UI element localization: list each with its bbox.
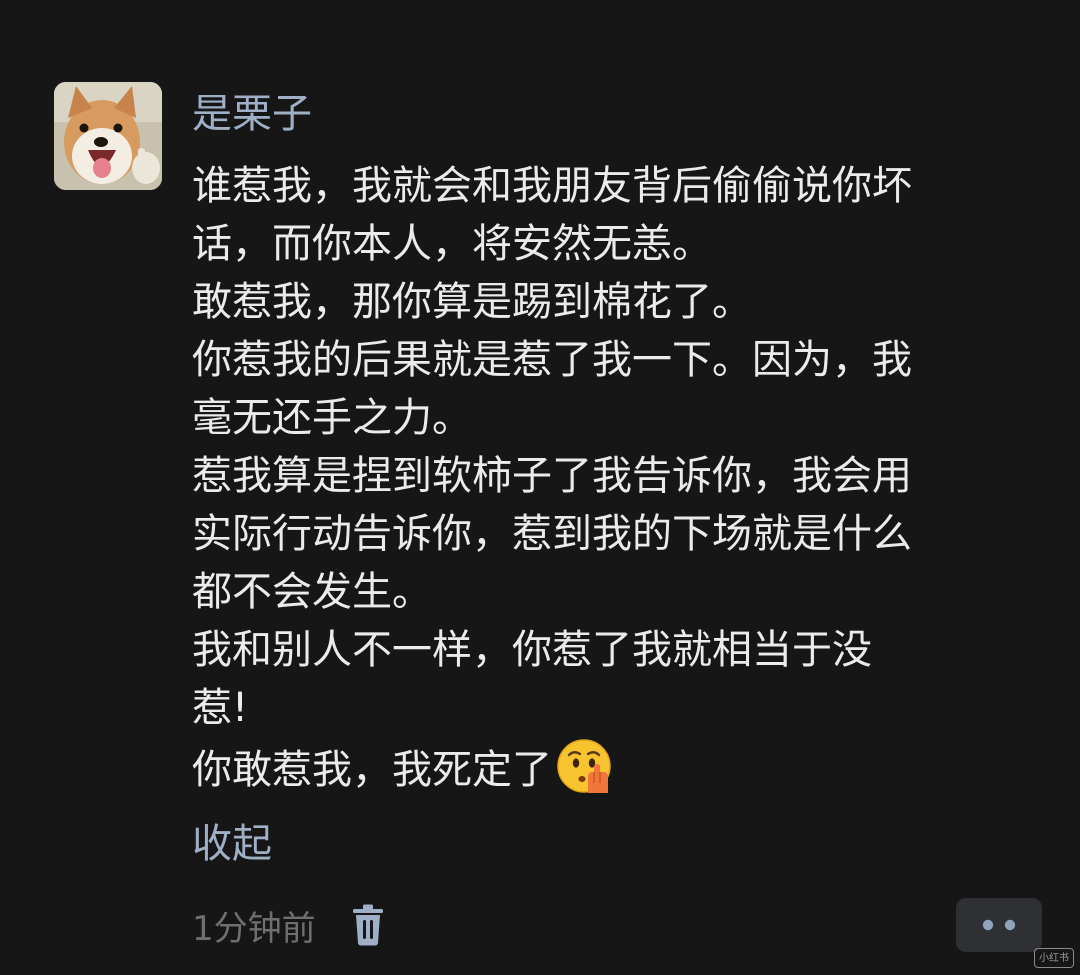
shushing-face-emoji-icon [556, 737, 614, 811]
comment-line: 我和别人不一样，你惹了我就相当于没 [192, 627, 872, 673]
comment-line: 都不会发生。 [192, 569, 432, 615]
shiba-dog-avatar-icon [54, 82, 162, 190]
comment-line: 话，而你本人，将安然无恙。 [192, 221, 712, 267]
comment-line: 实际行动告诉你，惹到我的下场就是什么 [192, 511, 912, 557]
comment-line: 惹! [192, 685, 249, 731]
comment-card: 是栗子 谁惹我，我就会和我朋友背后偷偷说你坏 话，而你本人，将安然无恙。 敢惹我… [0, 0, 1080, 975]
timestamp: 1分钟前 [192, 908, 316, 949]
more-options-button[interactable] [956, 898, 1042, 952]
avatar[interactable] [54, 82, 162, 190]
trash-icon [352, 904, 383, 946]
comment-line: 毫无还手之力。 [192, 395, 472, 441]
delete-button[interactable] [350, 903, 386, 947]
comment-line: 你敢惹我，我死定了 [192, 747, 552, 793]
collapse-link[interactable]: 收起 [192, 818, 272, 870]
comment-meta: 1分钟前 [192, 900, 386, 950]
comment-line: 你惹我的后果就是惹了我一下。因为，我 [192, 337, 912, 383]
comment-last-line: 你敢惹我，我死定了 [192, 737, 1022, 795]
comment-line: 谁惹我，我就会和我朋友背后偷偷说你坏 [192, 163, 912, 209]
comment-body: 谁惹我，我就会和我朋友背后偷偷说你坏 话，而你本人，将安然无恙。 敢惹我，那你算… [192, 157, 1022, 795]
comment-line: 敢惹我，那你算是踢到棉花了。 [192, 279, 752, 325]
username[interactable]: 是栗子 [192, 88, 312, 140]
comment-line: 惹我算是捏到软柿子了我告诉你，我会用 [192, 453, 912, 499]
watermark-logo: 小红书 [1034, 948, 1074, 968]
more-dots-icon [982, 919, 1016, 931]
